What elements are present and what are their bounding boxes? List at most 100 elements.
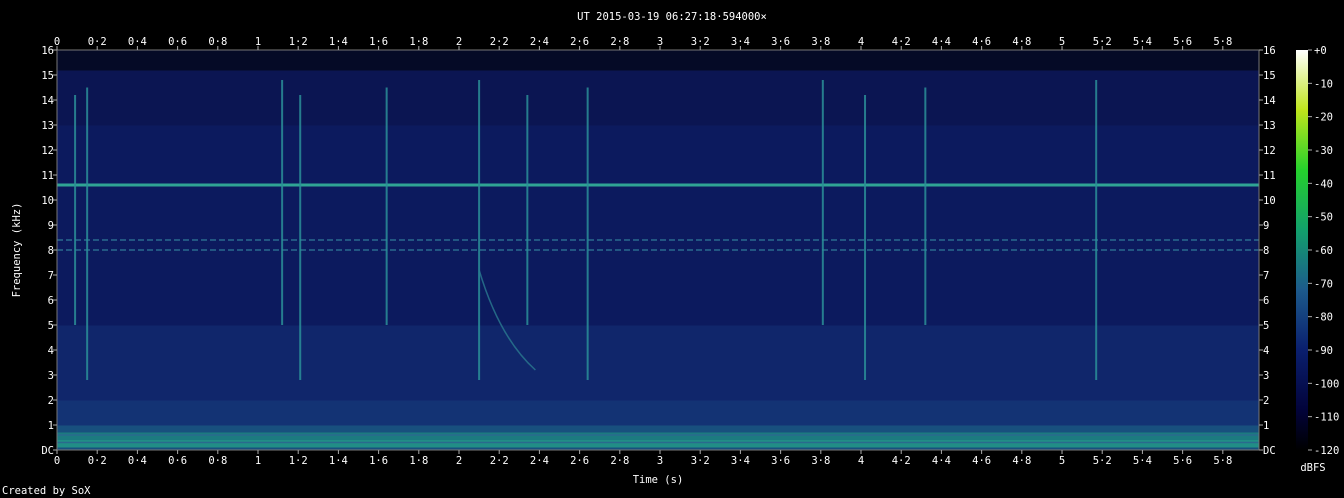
y-axis-left: DC12345678910111213141516 [41,45,57,457]
x-tick-label: 0·2 [88,36,107,48]
energy-band [57,425,1259,431]
energy-band [57,365,1259,371]
energy-band [57,285,1259,291]
y-axis-label: Frequency (kHz) [11,203,23,298]
y-tick-label: 7 [1263,270,1269,282]
energy-band [57,260,1259,266]
energy-band [57,225,1259,231]
spectrogram-chart: UT 2015-03-19 06:27:18·594000× 0 0·2 0·4 0·… [2,11,1339,497]
colorbar-tick-label: -70 [1314,278,1333,290]
y-tick-label: 6 [48,295,54,307]
energy-band [57,340,1259,346]
x-tick-label: 1·2 [289,36,308,48]
x-tick-label: 2·6 [570,36,589,48]
x-tick-label: 0·4 [128,36,147,48]
x-tick-label: 1·8 [409,455,428,467]
energy-band [57,400,1259,406]
x-tick-label: 5·8 [1213,36,1232,48]
energy-band [57,275,1259,281]
x-tick-label: 0·6 [168,455,187,467]
x-tick-label: 3·4 [731,455,750,467]
y-tick-label: 13 [41,120,54,132]
energy-band [57,330,1259,336]
y-tick-label: DC [41,445,54,457]
energy-band [57,50,1259,56]
low-freq-band [57,440,1259,448]
energy-band [57,250,1259,256]
energy-band [57,90,1259,96]
colorbar-tick-label: -40 [1314,178,1333,190]
y-tick-label: 9 [1263,220,1269,232]
energy-band [57,155,1259,161]
x-tick-label: 1·6 [369,36,388,48]
colorbar-tick-label: -80 [1314,312,1333,324]
energy-band [57,125,1259,131]
x-tick-label: 0·2 [88,455,107,467]
energy-band [57,380,1259,386]
energy-band [57,415,1259,421]
colorbar-tick-label: -30 [1314,145,1333,157]
colorbar-tick-label: -110 [1314,412,1339,424]
x-tick-label: 5·6 [1173,455,1192,467]
y-tick-label: 4 [1263,345,1269,357]
x-tick-label: 1 [255,455,261,467]
x-tick-label: 5 [1059,36,1065,48]
y-tick-label: 12 [1263,145,1276,157]
colorbar-tick-label: -10 [1314,78,1333,90]
y-tick-label: 2 [48,395,54,407]
chart-title: UT 2015-03-19 06:27:18·594000× [577,11,767,23]
y-tick-label: 5 [1263,320,1269,332]
low-freq-band [57,432,1259,440]
energy-band [57,145,1259,151]
x-tick-label: 5·4 [1133,455,1152,467]
y-tick-label: 16 [41,45,54,57]
energy-band [57,85,1259,91]
y-tick-label: 12 [41,145,54,157]
energy-band [57,135,1259,141]
energy-band [57,220,1259,226]
x-tick-label: 4 [858,36,864,48]
energy-band [57,420,1259,426]
energy-band [57,75,1259,81]
x-tick-label: 5·6 [1173,36,1192,48]
energy-band [57,170,1259,176]
x-tick-label: 1 [255,36,261,48]
x-tick-label: 1·4 [329,455,348,467]
energy-band [57,160,1259,166]
y-tick-label: 14 [1263,95,1276,107]
x-tick-label: 2 [456,455,462,467]
y-tick-label: 13 [1263,120,1276,132]
x-tick-label: 4·2 [892,36,911,48]
x-tick-label: 0·8 [208,455,227,467]
y-tick-label: 1 [48,420,54,432]
colorbar-label: dBFS [1300,462,1325,474]
x-tick-label: 3 [657,36,663,48]
y-tick-label: 3 [48,370,54,382]
energy-band [57,200,1259,206]
x-tick-label: 3·6 [771,455,790,467]
energy-band [57,105,1259,111]
x-tick-label: 3 [657,455,663,467]
energy-band [57,165,1259,171]
x-tick-label: 0·4 [128,455,147,467]
y-tick-label: 10 [1263,195,1276,207]
colorbar-tick-label: -50 [1314,212,1333,224]
credit-text: Created by SoX [2,485,91,497]
energy-band [57,60,1259,66]
x-tick-label: 4·2 [892,455,911,467]
energy-band [57,205,1259,211]
energy-band [57,130,1259,136]
x-tick-label: 5·2 [1093,455,1112,467]
x-tick-label: 3·8 [811,36,830,48]
x-tick-label: 0·6 [168,36,187,48]
x-tick-label: 0 [54,36,60,48]
x-tick-label: 1·4 [329,36,348,48]
energy-band [57,280,1259,286]
x-tick-label: 3·2 [691,455,710,467]
energy-band [57,405,1259,411]
energy-band [57,110,1259,116]
x-tick-label: 3·6 [771,36,790,48]
x-tick-label: 4·4 [932,455,951,467]
y-tick-label: 9 [48,220,54,232]
y-tick-label: 5 [48,320,54,332]
